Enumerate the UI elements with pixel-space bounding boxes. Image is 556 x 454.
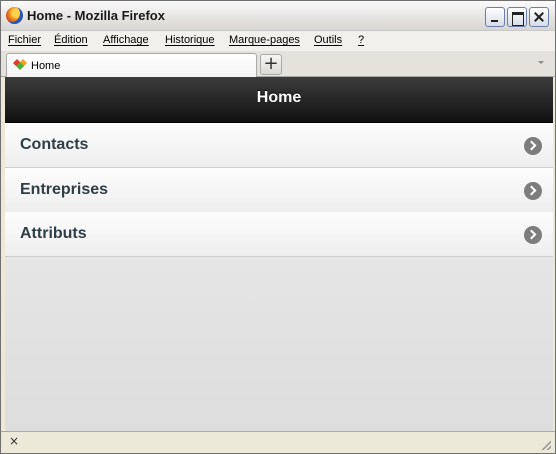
status-close-icon[interactable]: × — [9, 434, 19, 448]
menu-help[interactable]: ? — [358, 34, 364, 46]
window-title: Home - Mozilla Firefox — [27, 8, 165, 23]
menu-affichage[interactable]: Affichage — [103, 34, 149, 46]
minimize-icon — [486, 8, 504, 26]
chevron-right-icon — [524, 226, 542, 244]
page-header: Home — [5, 77, 553, 123]
list-item-attributs[interactable]: Attributs — [5, 212, 553, 257]
menu-marque-pages[interactable]: Marque-pages — [229, 34, 300, 46]
list-item-label: Attributs — [20, 225, 87, 242]
browser-window: Home - Mozilla Firefox Fichier Édition A… — [0, 0, 556, 454]
status-bar: × — [1, 431, 555, 453]
tab-label: Home — [31, 60, 61, 72]
list-item-contacts[interactable]: Contacts — [5, 123, 553, 168]
list-item-label: Contacts — [20, 136, 89, 153]
new-tab-button[interactable]: + — [260, 54, 282, 75]
page-content: Home Contacts Entreprises Attributs — [5, 77, 553, 431]
list-item-label: Entreprises — [20, 181, 109, 198]
close-icon — [530, 8, 548, 26]
menu-fichier[interactable]: Fichier — [8, 34, 41, 46]
close-button[interactable] — [529, 7, 549, 27]
minimize-button[interactable] — [485, 7, 505, 27]
list-item-entreprises[interactable]: Entreprises — [5, 168, 553, 213]
menu-edition[interactable]: Édition — [54, 34, 88, 46]
chevron-right-icon — [524, 182, 542, 200]
maximize-icon — [508, 8, 526, 26]
tab-strip: Home + — [1, 51, 555, 77]
favicon-icon — [13, 59, 27, 70]
tab-home[interactable]: Home — [6, 53, 257, 77]
menu-bar: Fichier Édition Affichage Historique Mar… — [1, 31, 555, 51]
chevron-right-icon — [524, 137, 542, 155]
firefox-logo-icon — [6, 7, 23, 24]
page-title: Home — [256, 89, 302, 106]
menu-historique[interactable]: Historique — [165, 34, 215, 46]
menu-outils[interactable]: Outils — [314, 34, 342, 46]
maximize-button[interactable] — [507, 7, 527, 27]
tab-list-dropdown-icon[interactable] — [538, 61, 544, 64]
resize-grip-icon[interactable] — [539, 438, 551, 450]
title-bar: Home - Mozilla Firefox — [1, 1, 555, 31]
